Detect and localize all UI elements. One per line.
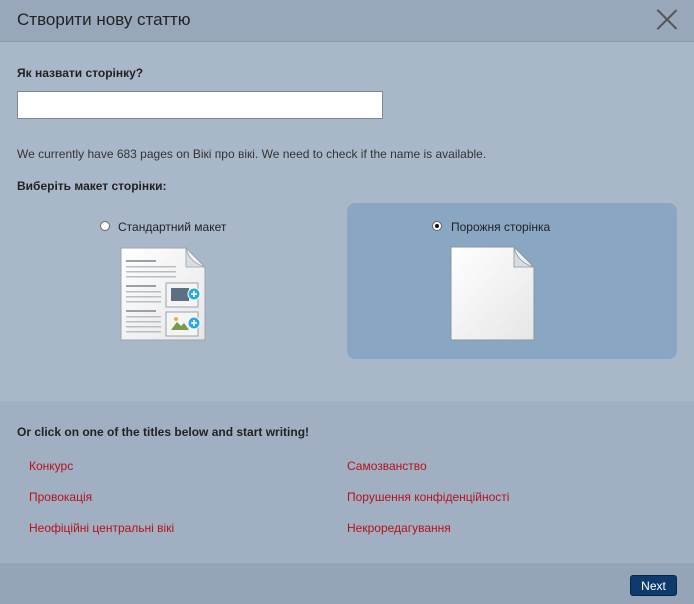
suggested-title-link[interactable]: Самозванство <box>347 459 427 473</box>
close-icon[interactable] <box>656 8 678 30</box>
suggestions-heading: Or click on one of the titles below and … <box>17 425 310 439</box>
page-setup-section: Як назвати сторінку? We currently have 6… <box>0 42 694 401</box>
standard-layout-radio[interactable] <box>100 221 110 231</box>
blank-page-radio[interactable] <box>432 221 442 231</box>
suggested-title-link[interactable]: Неофіційні центральні вікі <box>29 521 174 535</box>
name-label: Як назвати сторінку? <box>17 66 144 80</box>
page-name-input[interactable] <box>17 91 383 119</box>
suggested-title-link[interactable]: Некроредагування <box>347 521 451 535</box>
suggested-titles-section: Or click on one of the titles below and … <box>0 401 694 563</box>
create-page-dialog: Створити нову статтю Як назвати сторінку… <box>0 0 694 604</box>
blank-page-label: Порожня сторінка <box>451 220 551 234</box>
suggested-title-link[interactable]: Конкурс <box>29 459 73 473</box>
next-button[interactable]: Next <box>630 575 677 596</box>
standard-layout-label: Стандартний макет <box>118 220 227 234</box>
suggested-title-link[interactable]: Порушення конфіденційності <box>347 490 509 504</box>
dialog-footer: Next <box>0 563 694 604</box>
availability-info: We currently have 683 pages on Вікі про … <box>17 147 487 161</box>
dialog-title: Створити нову статтю <box>17 10 191 29</box>
layout-option-blank[interactable]: Порожня сторінка <box>347 203 677 359</box>
layout-option-standard[interactable]: Стандартний макет <box>18 203 348 359</box>
layout-label: Виберіть макет сторінки: <box>17 179 167 193</box>
suggested-title-link[interactable]: Провокація <box>29 490 92 504</box>
standard-layout-icon <box>120 247 206 341</box>
blank-page-icon <box>450 246 535 341</box>
dialog-titlebar: Створити нову статтю <box>0 0 694 42</box>
